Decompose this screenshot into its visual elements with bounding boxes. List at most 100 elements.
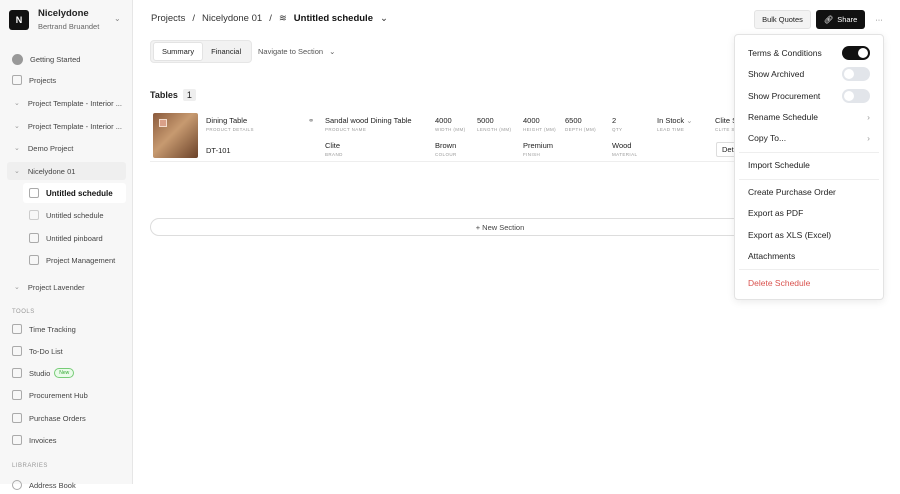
menu-item-export-xls[interactable]: Export as XLS (Excel) — [748, 228, 870, 242]
sidebar-sub-item[interactable]: Untitled schedule — [29, 206, 129, 224]
link-icon[interactable]: ⚭ — [308, 116, 314, 125]
label: Projects — [29, 75, 57, 85]
kanban-icon — [29, 255, 39, 265]
user-name: Bertrand Bruandet — [38, 22, 100, 31]
label: Getting Started — [30, 54, 81, 64]
chevron-icon: ⌄ — [14, 145, 20, 152]
sidebar-tool[interactable]: Time Tracking — [0, 320, 133, 338]
label: MATERIAL — [612, 152, 638, 157]
chevron-down-icon[interactable]: ⌄ — [114, 14, 121, 23]
tables-heading: Tables 1 — [150, 89, 196, 101]
sidebar-project[interactable]: ⌄ Project Template - Interior ... — [0, 117, 133, 135]
sidebar: N Nicelydone Bertrand Bruandet ⌄ Getting … — [0, 0, 133, 490]
tab-summary[interactable]: Summary — [153, 42, 204, 61]
chevron-down-icon[interactable]: ⌄ — [380, 13, 388, 24]
value: 2 — [612, 116, 617, 125]
label: Tables — [150, 90, 178, 100]
sidebar-tool[interactable]: Studio New — [0, 364, 133, 382]
menu-item-show-procurement[interactable]: Show Procurement — [748, 89, 870, 103]
value: Wood — [612, 141, 632, 150]
sidebar-tool[interactable]: Invoices — [0, 431, 133, 449]
chevron-right-icon: › — [867, 133, 870, 143]
label: Address Book — [29, 480, 76, 490]
tab-financial[interactable]: Financial — [203, 42, 249, 61]
tables-count-badge: 1 — [182, 89, 196, 101]
label: DEPTH (MM) — [565, 127, 596, 132]
chevron-icon: ⌄ — [14, 284, 20, 291]
label: Navigate to Section — [258, 47, 324, 56]
label: HEIGHT (MM) — [523, 127, 557, 132]
label: FINISH — [523, 152, 541, 157]
share-button[interactable]: 🔗︎ Share — [816, 10, 865, 29]
lead-time-dropdown[interactable]: In Stock ⌄ LEAD TIME — [657, 116, 693, 132]
navigate-to-section-dropdown[interactable]: Navigate to Section ⌄ — [258, 47, 335, 56]
breadcrumb-project[interactable]: Nicelydone 01 — [202, 13, 262, 24]
sidebar-project[interactable]: ⌄ Demo Project — [0, 139, 133, 157]
value: Clite — [325, 141, 341, 150]
invoice-icon — [12, 435, 22, 445]
bulk-quotes-button[interactable]: Bulk Quotes — [754, 10, 811, 29]
clipboard-icon — [12, 346, 22, 356]
sidebar-project-active[interactable]: ⌄ Nicelydone 01 — [7, 162, 126, 180]
link-icon: 🔗︎ — [823, 15, 834, 24]
sidebar-project[interactable]: ⌄ Project Lavender — [0, 278, 133, 296]
menu-item-copy-to[interactable]: Copy To... › — [748, 131, 870, 145]
value: Sandal wood Dining Table — [325, 116, 412, 125]
sidebar-sub-item-active[interactable]: Untitled schedule — [23, 183, 126, 203]
label: COLOUR — [435, 152, 457, 157]
label: Purchase Orders — [29, 413, 86, 423]
sidebar-address-book[interactable]: Address Book — [0, 476, 133, 494]
label: Demo Project — [27, 143, 74, 153]
hourglass-icon — [12, 324, 22, 334]
archived-toggle[interactable] — [842, 67, 870, 81]
view-tabs: Summary Financial — [150, 40, 253, 63]
sidebar-item-getting-started[interactable]: Getting Started — [0, 50, 133, 68]
layers-icon: ≋ — [278, 13, 287, 24]
purchase-order-icon — [12, 413, 22, 423]
terms-toggle[interactable] — [842, 46, 870, 60]
label: PRODUCT NAME — [325, 127, 367, 132]
org-switcher[interactable]: N Nicelydone Bertrand Bruandet — [9, 8, 99, 31]
value: Dining Table — [206, 116, 248, 125]
breadcrumb-current[interactable]: Untitled schedule — [294, 13, 373, 24]
menu-item-import[interactable]: Import Schedule — [748, 158, 870, 172]
schedule-options-menu: Terms & Conditions Show Archived Show Pr… — [734, 34, 884, 300]
sidebar-sub-item[interactable]: Untitled pinboard — [29, 229, 129, 247]
menu-item-export-pdf[interactable]: Export as PDF — [748, 206, 870, 220]
menu-item-attachments[interactable]: Attachments — [748, 249, 870, 263]
sidebar-project[interactable]: ⌄ Project Template - Interior ... — [0, 94, 133, 112]
product-image — [153, 113, 198, 158]
breadcrumb-projects[interactable]: Projects — [151, 13, 185, 24]
value: 4000 — [523, 116, 540, 125]
menu-item-delete[interactable]: Delete Schedule — [748, 276, 870, 290]
sidebar-tool[interactable]: Purchase Orders — [0, 409, 133, 427]
more-button[interactable]: ··· — [870, 10, 888, 29]
org-name: Nicelydone — [38, 8, 89, 19]
menu-item-terms[interactable]: Terms & Conditions — [748, 46, 870, 60]
pinboard-icon — [29, 233, 39, 243]
sidebar-item-projects[interactable]: Projects — [0, 71, 133, 89]
new-badge: New — [54, 368, 75, 378]
menu-item-create-po[interactable]: Create Purchase Order — [748, 185, 870, 199]
chevron-right-icon: › — [867, 112, 870, 122]
label: WIDTH (MM) — [435, 127, 466, 132]
org-logo: N — [9, 9, 29, 30]
chevron-icon: ⌄ — [14, 168, 20, 175]
label: Project Management — [46, 255, 116, 265]
sidebar-tool[interactable]: Procurement Hub — [0, 386, 133, 404]
menu-item-rename[interactable]: Rename Schedule › — [748, 110, 870, 124]
label: Nicelydone 01 — [27, 166, 76, 176]
procurement-toggle[interactable] — [842, 89, 870, 103]
libraries-heading: LIBRARIES — [12, 463, 48, 469]
label: Show Procurement — [748, 91, 821, 101]
sidebar-sub-item[interactable]: Project Management — [29, 251, 129, 269]
sidebar-tool[interactable]: To-Do List — [0, 342, 133, 360]
chevron-down-icon: ⌄ — [329, 47, 336, 56]
label: Untitled pinboard — [46, 233, 103, 243]
value: In Stock — [657, 116, 685, 125]
layers-icon — [29, 188, 39, 198]
label: Invoices — [29, 435, 57, 445]
label: PRODUCT DETAILS — [206, 127, 254, 132]
menu-item-show-archived[interactable]: Show Archived — [748, 67, 870, 81]
label: Rename Schedule — [748, 112, 818, 122]
